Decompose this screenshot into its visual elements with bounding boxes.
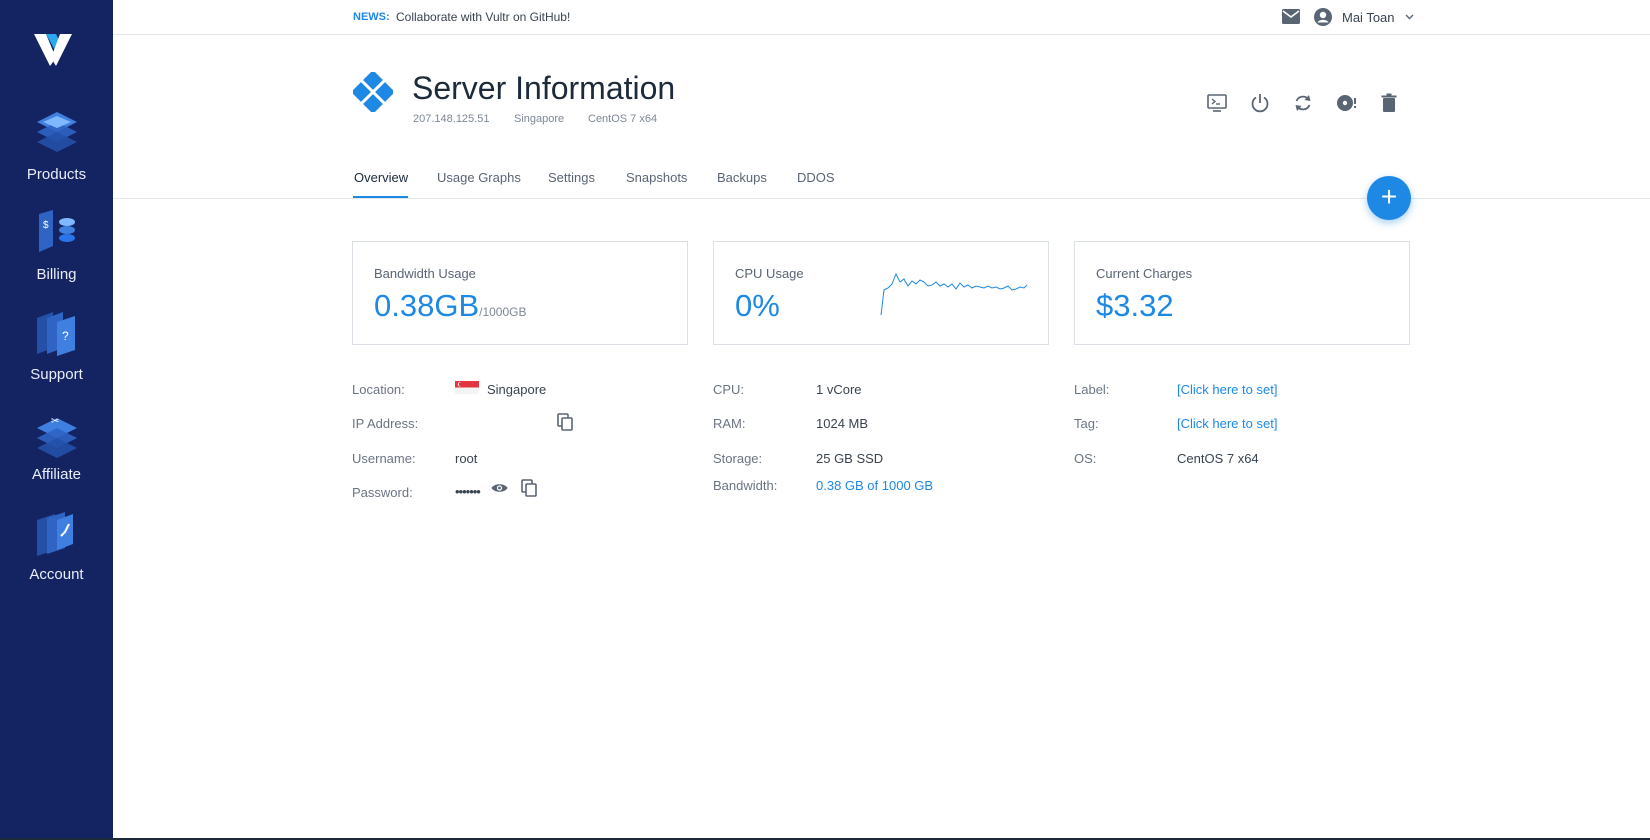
tag-label: Tag:	[1074, 416, 1099, 431]
card-label: Bandwidth Usage	[374, 266, 476, 281]
password-label: Password:	[352, 485, 413, 500]
tabs-divider	[113, 198, 1650, 199]
password-value: •••••••	[455, 484, 481, 499]
chevron-down-icon[interactable]	[1405, 12, 1414, 21]
console-icon[interactable]	[1206, 92, 1228, 114]
username-value: root	[455, 451, 478, 466]
storage-label: Storage:	[713, 451, 763, 466]
bandwidth-usage-card: Bandwidth Usage 0.38GB/1000GB	[352, 241, 688, 345]
cpu-label: CPU:	[713, 382, 745, 397]
news-link[interactable]: Collaborate with Vultr on GitHub!	[396, 10, 570, 24]
singapore-flag-icon	[455, 381, 479, 394]
sidebar-item-account[interactable]: Account	[0, 508, 113, 583]
bandwidth-detail-link[interactable]: 0.38 GB of 1000 GB	[816, 478, 933, 493]
add-button[interactable]: +	[1367, 176, 1411, 220]
server-ip: 207.148.125.51	[413, 113, 490, 125]
delete-icon[interactable]	[1378, 92, 1400, 114]
user-avatar-icon[interactable]	[1314, 8, 1332, 26]
ram-value: 1024 MB	[816, 416, 869, 431]
svg-text:?: ?	[62, 329, 69, 343]
mail-icon[interactable]	[1282, 9, 1300, 24]
set-tag-link[interactable]: [Click here to set]	[1177, 416, 1277, 431]
location-label: Location:	[352, 382, 405, 397]
sidebar-item-support[interactable]: ? Support	[0, 308, 113, 383]
server-os: CentOS 7 x64	[588, 113, 658, 125]
os-label: OS:	[1074, 451, 1097, 466]
location-value: Singapore	[487, 382, 547, 397]
sidebar-item-products[interactable]: Products	[0, 108, 113, 183]
charges-value: $3.32	[1096, 288, 1174, 323]
bandwidth-value: 0.38GB/1000GB	[374, 288, 527, 324]
cpu-usage-card: CPU Usage 0%	[713, 241, 1049, 345]
ip-address-label: IP Address:	[352, 416, 419, 431]
current-charges-card: Current Charges $3.32	[1074, 241, 1410, 345]
products-icon	[36, 112, 77, 152]
server-location: Singapore	[514, 113, 565, 125]
svg-text:$: $	[43, 220, 49, 231]
tab-backups[interactable]: Backups	[717, 170, 767, 185]
eye-icon[interactable]	[491, 482, 508, 494]
reinstall-icon[interactable]	[1335, 92, 1357, 114]
vultr-logo[interactable]	[32, 28, 76, 68]
tab-snapshots[interactable]: Snapshots	[626, 170, 687, 185]
sidebar-item-label: Products	[26, 166, 87, 183]
news-tag: NEWS:	[353, 11, 390, 23]
billing-icon: $	[38, 210, 75, 252]
tab-ddos[interactable]: DDOS	[797, 170, 835, 185]
server-icon	[353, 72, 393, 112]
svg-text:✂: ✂	[51, 416, 59, 427]
sidebar-item-label: Affiliate	[32, 466, 81, 483]
cpu-detail-value: 1 vCore	[816, 382, 862, 397]
ram-label: RAM:	[713, 416, 746, 431]
account-icon	[36, 512, 73, 556]
bandwidth-amount: 0.38GB	[374, 288, 480, 323]
affiliate-icon: ✂	[36, 416, 77, 458]
bandwidth-label: Bandwidth:	[713, 478, 778, 493]
user-name[interactable]: Mai Toan	[1342, 10, 1395, 25]
sidebar-item-affiliate[interactable]: ✂ Affiliate	[0, 408, 113, 483]
sidebar-item-label: Billing	[36, 266, 77, 283]
sidebar-item-label: Support	[30, 366, 83, 383]
cpu-value: 0%	[735, 288, 780, 323]
copy-icon[interactable]	[557, 413, 573, 431]
sidebar: Products $ Billing ? Support ✂ Affiliate	[0, 0, 113, 840]
tab-overview[interactable]: Overview	[354, 170, 408, 185]
storage-value: 25 GB SSD	[816, 451, 884, 466]
restart-icon[interactable]	[1292, 92, 1314, 114]
card-label: CPU Usage	[735, 266, 804, 281]
sidebar-item-billing[interactable]: $ Billing	[0, 208, 113, 283]
copy-icon[interactable]	[521, 479, 537, 497]
set-label-link[interactable]: [Click here to set]	[1177, 382, 1277, 397]
power-icon[interactable]	[1249, 92, 1271, 114]
tab-usage-graphs[interactable]: Usage Graphs	[437, 170, 521, 185]
card-label: Current Charges	[1096, 266, 1193, 281]
bandwidth-unit: /1000GB	[479, 305, 527, 319]
tab-settings[interactable]: Settings	[548, 170, 595, 185]
os-value: CentOS 7 x64	[1177, 451, 1259, 466]
support-icon: ?	[36, 312, 75, 356]
page-title: Server Information	[412, 70, 676, 106]
label-label: Label:	[1074, 382, 1110, 397]
sidebar-item-label: Account	[29, 566, 84, 583]
top-bar: NEWS: Collaborate with Vultr on GitHub! …	[113, 0, 1650, 35]
cpu-sparkline	[880, 272, 1028, 316]
username-label: Username:	[352, 451, 416, 466]
